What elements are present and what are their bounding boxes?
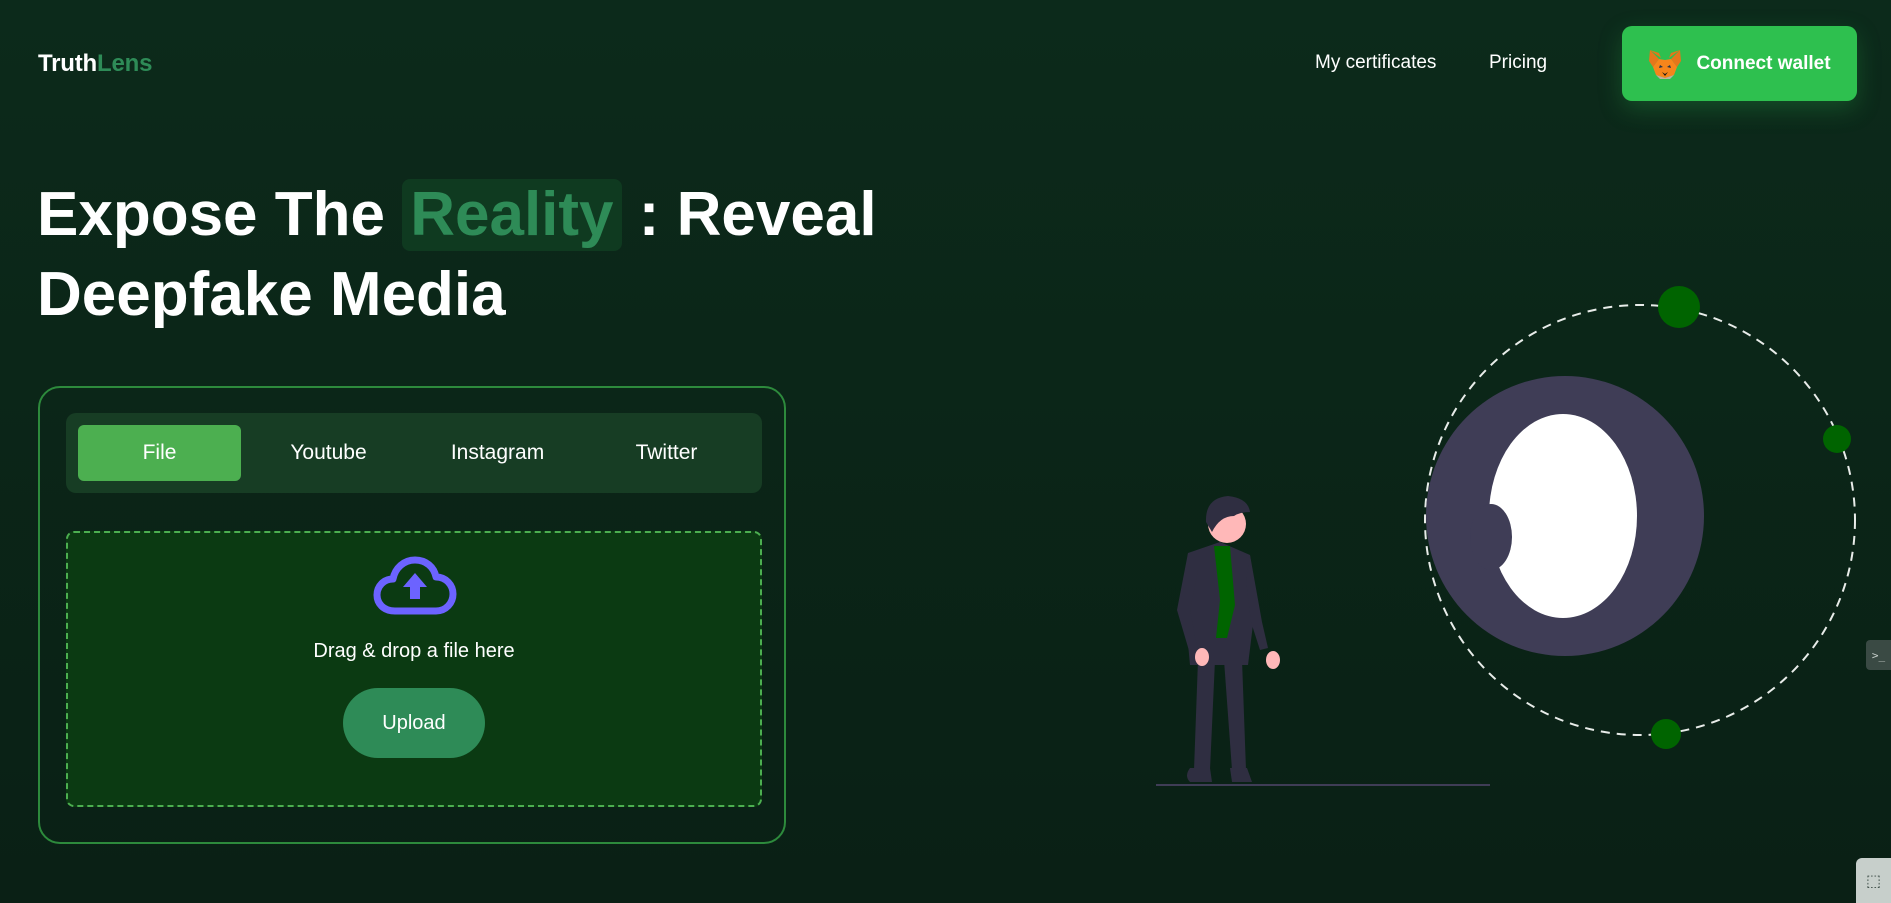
hero-title-line2: Deepfake Media [37, 260, 506, 329]
dropzone-text: Drag & drop a file here [313, 640, 515, 662]
eye-white [1489, 414, 1637, 618]
side-console-widget[interactable]: >_ [1866, 640, 1891, 670]
orbit-dot-bottom [1651, 719, 1681, 749]
upload-button[interactable]: Upload [343, 688, 485, 758]
corner-capture-widget[interactable]: ⬚ [1856, 858, 1891, 903]
file-dropzone[interactable]: Drag & drop a file here Upload [66, 531, 762, 807]
nav-my-certificates[interactable]: My certificates [1315, 52, 1436, 74]
nav-pricing[interactable]: Pricing [1489, 52, 1547, 74]
hero-title-part2: : Reveal [621, 180, 877, 249]
connect-wallet-label: Connect wallet [1696, 52, 1831, 74]
tab-file[interactable]: File [78, 425, 241, 481]
logo[interactable]: TruthLens [38, 50, 152, 78]
orbit-dot-top [1658, 286, 1700, 328]
logo-lens: Lens [97, 50, 153, 77]
person-figure [1177, 496, 1280, 782]
metamask-fox-icon [1649, 49, 1682, 79]
orbit-dot-right [1823, 425, 1851, 453]
person-eye-illustration [1156, 286, 1856, 786]
hero-title-highlight: Reality [402, 179, 622, 251]
connect-wallet-button[interactable]: Connect wallet [1622, 26, 1857, 101]
logo-truth: Truth [38, 50, 97, 77]
upload-card: File Youtube Instagram Twitter Drag & dr… [38, 386, 786, 844]
hero-title-part1: Expose The [37, 180, 403, 249]
cloud-upload-icon [373, 556, 457, 615]
eye-pupil [1470, 504, 1512, 570]
page: TruthLens My certificates Pricing Connec… [0, 0, 1891, 903]
tab-youtube[interactable]: Youtube [247, 425, 410, 481]
source-tabs: File Youtube Instagram Twitter [66, 413, 762, 493]
hero-title: Expose The Reality : Reveal Deepfake Med… [37, 175, 877, 335]
tab-twitter[interactable]: Twitter [585, 425, 748, 481]
tab-instagram[interactable]: Instagram [416, 425, 579, 481]
